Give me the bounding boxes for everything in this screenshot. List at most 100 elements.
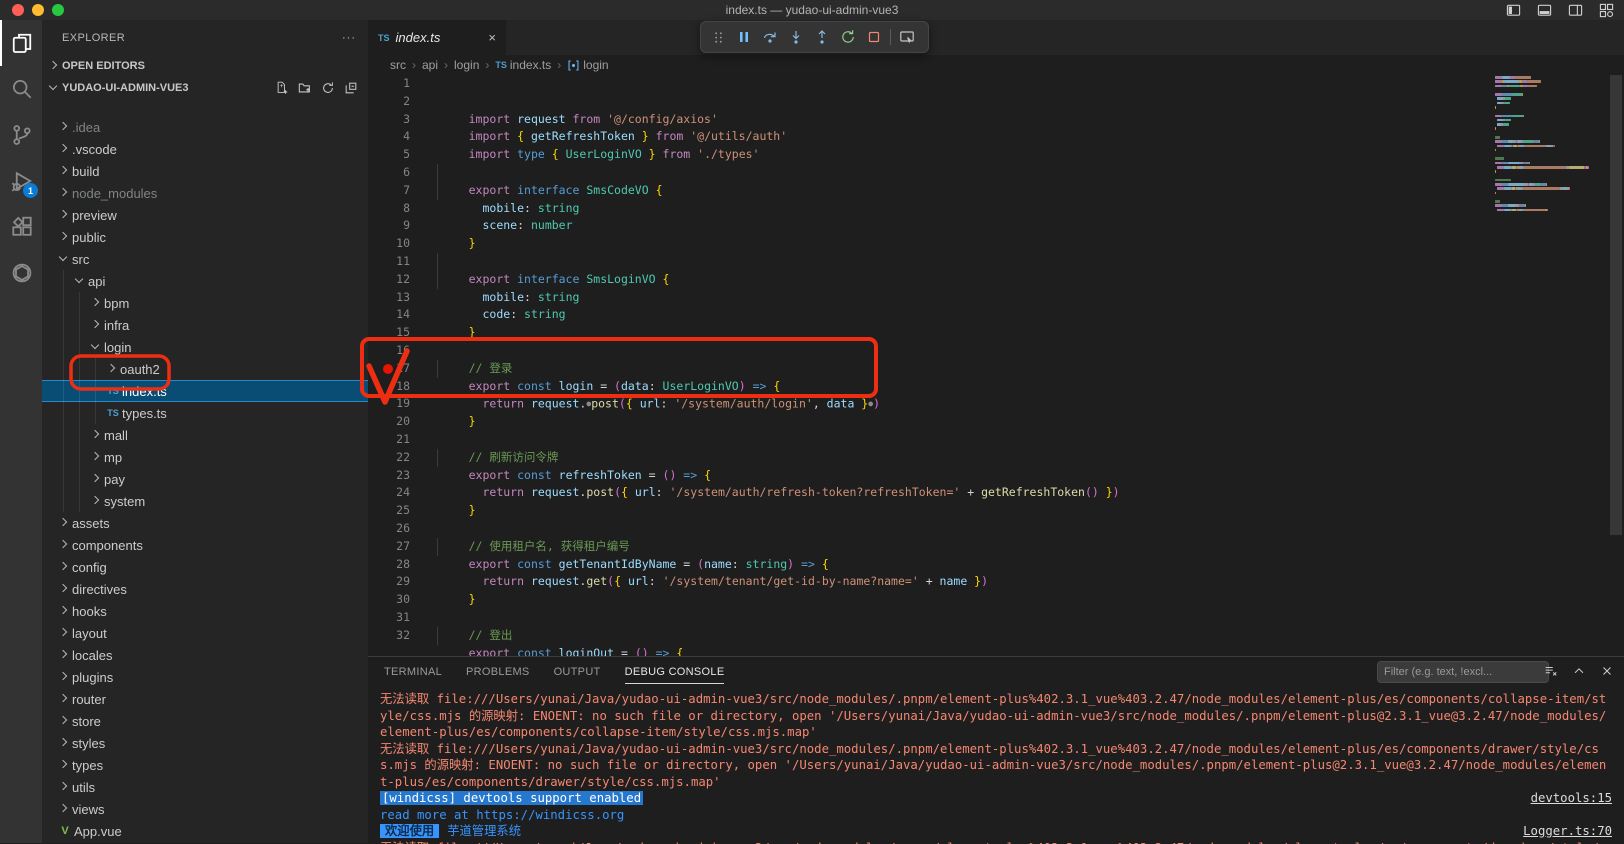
tree-item-src[interactable]: src: [42, 248, 368, 270]
code-line-17[interactable]: 17 return request.●post({ url: '/system/…: [368, 360, 1624, 378]
clear-console-icon[interactable]: [1544, 664, 1558, 678]
restart-icon[interactable]: [835, 24, 861, 50]
tree-item-styles[interactable]: styles: [42, 732, 368, 754]
tree-item-node_modules[interactable]: node_modules: [42, 182, 368, 204]
console-row[interactable]: 无法读取 file:///Users/yunai/Java/yudao-ui-a…: [380, 840, 1612, 844]
code-line-23[interactable]: 23}: [368, 467, 1624, 485]
console-source-link[interactable]: Logger.ts:70: [1523, 823, 1612, 840]
minimap[interactable]: [1495, 76, 1595, 213]
code-line-21[interactable]: 21export const refreshToken = () => {: [368, 431, 1624, 449]
code-line-2[interactable]: 2import { getRefreshToken } from '@/util…: [368, 93, 1624, 111]
breadcrumb-item-src[interactable]: src: [390, 58, 406, 72]
tree-item-types[interactable]: types: [42, 754, 368, 776]
code-line-25[interactable]: 25// 使用租户名, 获得租户编号: [368, 502, 1624, 520]
activity-chatgpt-extension-icon[interactable]: [0, 250, 42, 296]
debug-console-output[interactable]: 无法读取 file:///Users/yunai/Java/yudao-ui-a…: [368, 689, 1624, 844]
code-line-27[interactable]: 27 return request.get({ url: '/system/te…: [368, 538, 1624, 556]
code-line-4[interactable]: 4: [368, 128, 1624, 146]
code-line-1[interactable]: 1import request from '@/config/axios': [368, 75, 1624, 93]
tree-item-assets[interactable]: assets: [42, 512, 368, 534]
tree-item-config[interactable]: config: [42, 556, 368, 578]
code-editor[interactable]: 1import request from '@/config/axios' 2i…: [368, 75, 1624, 656]
tree-item-mall[interactable]: mall: [42, 424, 368, 446]
tree-item-views[interactable]: views: [42, 798, 368, 820]
tree-item-.idea[interactable]: .idea: [42, 116, 368, 138]
code-line-32[interactable]: 32 return request.post({ url: '/system/a…: [368, 627, 1624, 645]
code-line-14[interactable]: 14: [368, 306, 1624, 324]
console-row[interactable]: 无法读取 file:///Users/yunai/Java/yudao-ui-a…: [380, 691, 1612, 741]
toggle-sidebar-icon[interactable]: [1506, 3, 1521, 18]
code-line-6[interactable]: 6 mobile: string: [368, 164, 1624, 182]
code-line-16[interactable]: 16export const login = (data: UserLoginV…: [368, 342, 1624, 360]
toggle-panel-icon[interactable]: [1537, 3, 1552, 18]
tree-item-bpm[interactable]: bpm: [42, 292, 368, 314]
breadcrumb-item-api[interactable]: api: [422, 58, 438, 72]
code-line-31[interactable]: 31export const loginOut = () => {: [368, 609, 1624, 627]
editor-scrollbar[interactable]: [1610, 75, 1622, 535]
code-line-18[interactable]: 18}: [368, 378, 1624, 396]
tree-item-App.vue[interactable]: VApp.vue: [42, 820, 368, 842]
tree-item-.vscode[interactable]: .vscode: [42, 138, 368, 160]
tree-item-pay[interactable]: pay: [42, 468, 368, 490]
customize-layout-icon[interactable]: [1599, 3, 1614, 18]
console-row[interactable]: read more at https://windicss.org: [380, 807, 1612, 824]
panel-tab-debug-console[interactable]: DEBUG CONSOLE: [625, 657, 725, 687]
panel-tab-terminal[interactable]: TERMINAL: [384, 657, 442, 687]
breadcrumb-item-index.ts[interactable]: TSindex.ts: [495, 58, 551, 72]
activity-source-control-icon[interactable]: [0, 112, 42, 158]
tree-item-login[interactable]: login: [42, 336, 368, 358]
open-editors-section[interactable]: OPEN EDITORS: [42, 55, 368, 77]
tree-item-api[interactable]: api: [42, 270, 368, 292]
pause-icon[interactable]: [731, 24, 757, 50]
tree-item-plugins[interactable]: plugins: [42, 666, 368, 688]
collapse-all-icon[interactable]: [344, 81, 358, 95]
project-root-row[interactable]: YUDAO-UI-ADMIN-VUE3: [42, 77, 368, 99]
activity-extensions-icon[interactable]: [0, 204, 42, 250]
console-source-link[interactable]: devtools:15: [1531, 790, 1612, 807]
console-row[interactable]: [windicss] devtools support enableddevto…: [380, 790, 1612, 807]
tree-item-mp[interactable]: mp: [42, 446, 368, 468]
activity-explorer-icon[interactable]: [0, 20, 42, 66]
tree-item-directives[interactable]: directives: [42, 578, 368, 600]
console-row[interactable]: 无法读取 file:///Users/yunai/Java/yudao-ui-a…: [380, 741, 1612, 791]
maximize-panel-icon[interactable]: [1572, 664, 1586, 678]
drag-handle-icon[interactable]: [705, 24, 731, 50]
step-over-icon[interactable]: [757, 24, 783, 50]
close-panel-icon[interactable]: [1600, 664, 1614, 678]
tree-item-store[interactable]: store: [42, 710, 368, 732]
toggle-secondary-sidebar-icon[interactable]: [1568, 3, 1583, 18]
tree-item-index.ts[interactable]: TSindex.ts: [42, 380, 368, 402]
stop-icon[interactable]: [861, 24, 887, 50]
tree-item-system[interactable]: system: [42, 490, 368, 512]
tree-item-public[interactable]: public: [42, 226, 368, 248]
screencast-icon[interactable]: [894, 24, 920, 50]
code-line-8[interactable]: 8}: [368, 200, 1624, 218]
panel-tab-problems[interactable]: PROBLEMS: [466, 657, 530, 687]
tree-item-types.ts[interactable]: TStypes.ts: [42, 402, 368, 424]
tab-index-ts[interactable]: TS index.ts ×: [368, 20, 506, 55]
close-tab-icon[interactable]: ×: [488, 30, 496, 45]
code-line-7[interactable]: 7 scene: number: [368, 182, 1624, 200]
tree-item-oauth2[interactable]: oauth2: [42, 358, 368, 380]
breadcrumb-item-login[interactable]: login: [454, 58, 479, 72]
code-line-24[interactable]: 24: [368, 484, 1624, 502]
code-line-11[interactable]: 11 mobile: string: [368, 253, 1624, 271]
code-line-19[interactable]: 19: [368, 395, 1624, 413]
code-line-22[interactable]: 22 return request.post({ url: '/system/a…: [368, 449, 1624, 467]
code-line-28[interactable]: 28}: [368, 556, 1624, 574]
tree-item-utils[interactable]: utils: [42, 776, 368, 798]
tree-item-layout[interactable]: layout: [42, 622, 368, 644]
breadcrumb-item-login[interactable]: login: [567, 58, 608, 72]
code-line-30[interactable]: 30// 登出: [368, 591, 1624, 609]
debug-console-filter-input[interactable]: [1377, 661, 1549, 683]
tree-item-components[interactable]: components: [42, 534, 368, 556]
code-line-26[interactable]: 26export const getTenantIdByName = (name…: [368, 520, 1624, 538]
code-line-10[interactable]: 10export interface SmsLoginVO {: [368, 235, 1624, 253]
code-line-3[interactable]: 3import type { UserLoginVO } from './typ…: [368, 111, 1624, 129]
tree-item-router[interactable]: router: [42, 688, 368, 710]
tree-item-hooks[interactable]: hooks: [42, 600, 368, 622]
activity-search-icon[interactable]: [0, 66, 42, 112]
step-into-icon[interactable]: [783, 24, 809, 50]
code-line-15[interactable]: 15// 登录: [368, 324, 1624, 342]
activity-run-debug-icon[interactable]: 1: [0, 158, 42, 204]
